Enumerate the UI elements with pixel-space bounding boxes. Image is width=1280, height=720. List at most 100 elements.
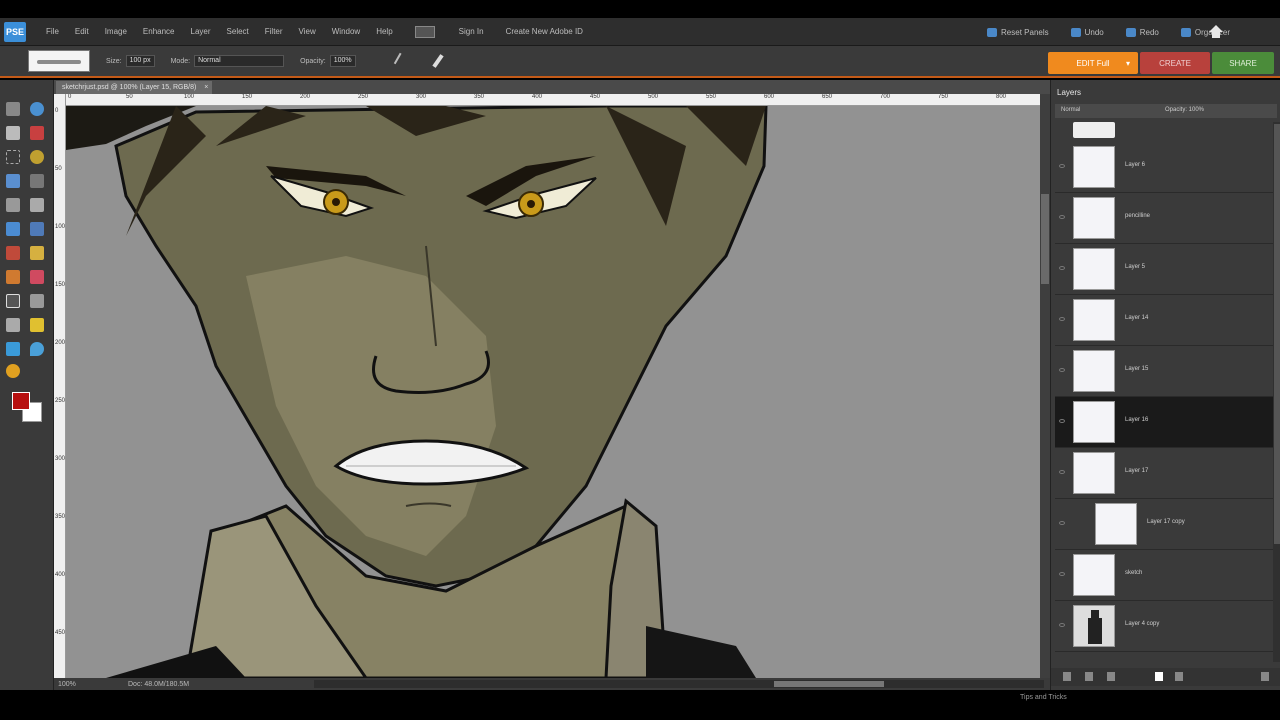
layer-row[interactable]: sketch: [1055, 550, 1273, 601]
menu-filter[interactable]: Filter: [257, 27, 291, 36]
layer-row[interactable]: Layer 14: [1055, 295, 1273, 346]
menu-layer[interactable]: Layer: [183, 27, 219, 36]
blend-mode-select[interactable]: Normal: [1061, 107, 1080, 113]
layer-thumbnail: [1073, 401, 1115, 443]
visibility-eye-icon[interactable]: [1059, 164, 1065, 168]
document-canvas[interactable]: [66, 106, 1040, 678]
zoom-tool-icon[interactable]: [30, 102, 44, 116]
layers-tab[interactable]: Layers: [1057, 88, 1081, 97]
clone-stamp-icon[interactable]: [6, 270, 20, 284]
visibility-eye-icon[interactable]: [1059, 266, 1065, 270]
redo-button[interactable]: Redo: [1125, 27, 1159, 37]
brush-tool-icon[interactable]: [6, 294, 20, 308]
menu-view[interactable]: View: [291, 27, 324, 36]
tips-link[interactable]: Tips and Tricks: [1020, 694, 1067, 701]
paint-bucket-icon[interactable]: [6, 318, 20, 332]
lasso-tool-icon[interactable]: [30, 150, 44, 164]
mode-label: Mode:: [170, 57, 191, 65]
straighten-icon[interactable]: [30, 222, 44, 236]
smart-brush-icon[interactable]: [30, 294, 44, 308]
close-icon[interactable]: ×: [204, 81, 208, 94]
menu-select[interactable]: Select: [219, 27, 257, 36]
sponge-tool-icon[interactable]: [6, 364, 20, 378]
size-field[interactable]: 100 px: [125, 55, 155, 67]
brush-preset-picker[interactable]: [28, 50, 90, 72]
eraser-icon[interactable]: [30, 270, 44, 284]
layer-row[interactable]: Layer 15: [1055, 346, 1273, 397]
mode-option: Mode: Normal: [170, 55, 285, 67]
healing-brush-icon[interactable]: [30, 246, 44, 260]
menu-help[interactable]: Help: [368, 27, 400, 36]
hand-tool-icon[interactable]: [6, 126, 20, 140]
layer-row-selected[interactable]: Layer 16: [1055, 397, 1273, 448]
quick-selection-icon[interactable]: [6, 174, 20, 188]
sign-in-link[interactable]: Sign In: [459, 27, 484, 36]
layer-row[interactable]: Layer 5: [1055, 244, 1273, 295]
vertical-scroll-thumb[interactable]: [1041, 194, 1049, 284]
layer-opacity[interactable]: Opacity: 100%: [1165, 107, 1204, 113]
layer-row[interactable]: pencilline: [1055, 193, 1273, 244]
type-tool-icon[interactable]: [6, 198, 20, 212]
document-tab[interactable]: sketchrjust.psd @ 100% (Layer 15, RGB/8)…: [56, 81, 213, 94]
layer-thumbnail[interactable]: [1073, 122, 1115, 138]
mode-select[interactable]: Normal: [194, 55, 285, 67]
visibility-eye-icon[interactable]: [1059, 470, 1065, 474]
layer-row[interactable]: Layer 6: [1055, 142, 1273, 193]
marquee-tool-icon[interactable]: [6, 150, 20, 164]
red-eye-icon[interactable]: [6, 246, 20, 260]
brush-settings-icon[interactable]: [432, 54, 444, 68]
layer-row[interactable]: Layer 17 copy: [1055, 499, 1273, 550]
visibility-eye-icon[interactable]: [1059, 215, 1065, 219]
home-icon[interactable]: [1208, 25, 1224, 39]
status-bar: 100% Doc: 48.0M/180.5M: [54, 678, 1050, 690]
new-layer-icon[interactable]: [1063, 672, 1071, 681]
ruler-top-label: 350: [474, 94, 485, 100]
undo-button[interactable]: Undo: [1070, 27, 1104, 37]
opacity-field[interactable]: 100%: [329, 55, 356, 67]
ruler-top-label: 700: [880, 94, 891, 100]
layers-scrollbar[interactable]: [1273, 122, 1280, 662]
layers-scroll-thumb[interactable]: [1274, 124, 1280, 544]
visibility-eye-icon[interactable]: [1059, 572, 1065, 576]
layers-options-row: Normal Opacity: 100%: [1055, 104, 1277, 118]
lock-all-icon[interactable]: [1155, 672, 1163, 681]
magic-wand-icon[interactable]: [30, 174, 44, 188]
crop-tool-icon[interactable]: [30, 198, 44, 212]
panel-menu-icon[interactable]: [1261, 672, 1269, 681]
move-tool-icon[interactable]: [6, 102, 20, 116]
reset-panels-button[interactable]: Reset Panels: [987, 27, 1049, 37]
share-button[interactable]: SHARE: [1212, 52, 1274, 74]
options-bar: Size: 100 px Mode: Normal Opacity: 100% …: [0, 46, 1280, 78]
visibility-eye-icon[interactable]: [1059, 317, 1065, 321]
layer-row[interactable]: Layer 4 copy: [1055, 601, 1273, 652]
visibility-eye-icon[interactable]: [1059, 521, 1065, 525]
adjustment-layer-icon[interactable]: [1085, 672, 1093, 681]
visibility-eye-icon[interactable]: [1059, 368, 1065, 372]
menu-image[interactable]: Image: [97, 27, 135, 36]
blur-tool-icon[interactable]: [30, 342, 44, 356]
layer-row[interactable]: Layer 17: [1055, 448, 1273, 499]
menu-enhance[interactable]: Enhance: [135, 27, 183, 36]
vertical-scrollbar[interactable]: [1040, 94, 1050, 678]
trash-icon[interactable]: [1175, 672, 1183, 681]
visibility-eye-icon[interactable]: [1059, 419, 1065, 423]
edit-full-button[interactable]: EDIT Full: [1048, 52, 1138, 74]
shape-tool-icon[interactable]: [6, 342, 20, 356]
arrange-icon[interactable]: [414, 25, 435, 38]
menu-window[interactable]: Window: [324, 27, 368, 36]
horizontal-scrollbar[interactable]: [314, 680, 1044, 688]
foreground-color-swatch[interactable]: [12, 392, 30, 410]
create-id-link[interactable]: Create New Adobe ID: [506, 27, 583, 36]
create-button[interactable]: CREATE: [1140, 52, 1210, 74]
eyedropper-icon[interactable]: [30, 126, 44, 140]
lock-icon[interactable]: [1107, 672, 1115, 681]
horizontal-scroll-thumb[interactable]: [774, 681, 884, 687]
menu-file[interactable]: File: [38, 27, 67, 36]
gradient-icon[interactable]: [30, 318, 44, 332]
airbrush-icon[interactable]: [393, 52, 410, 70]
menu-edit[interactable]: Edit: [67, 27, 97, 36]
zoom-level[interactable]: 100%: [58, 681, 108, 688]
visibility-eye-icon[interactable]: [1059, 623, 1065, 627]
cookie-cutter-icon[interactable]: [6, 222, 20, 236]
layers-footer: [1051, 668, 1280, 686]
